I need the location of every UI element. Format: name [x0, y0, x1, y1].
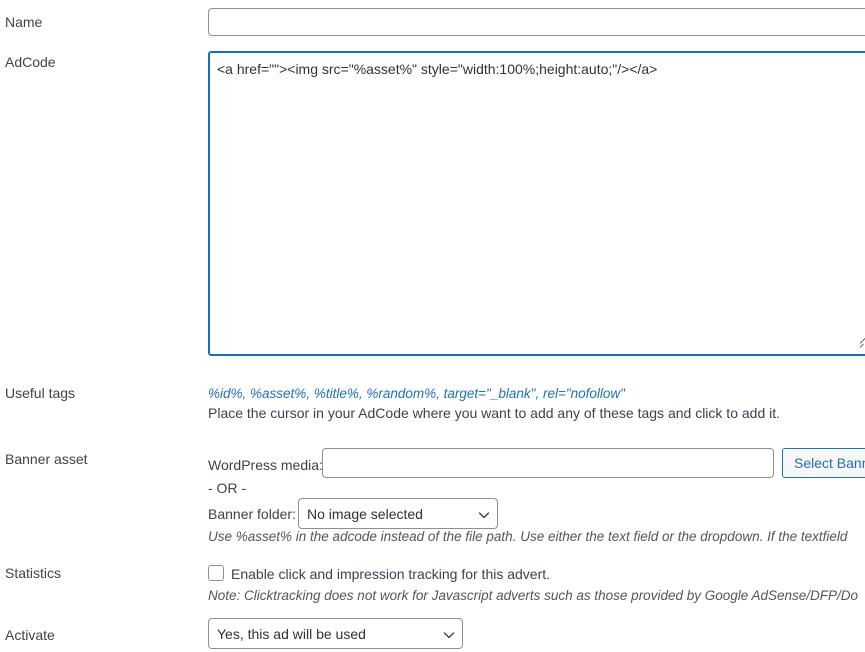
useful-tag-link-target-blank[interactable]: target="_blank" — [444, 386, 536, 401]
label-activate: Activate — [5, 627, 55, 643]
useful-tag-link-id[interactable]: %id% — [208, 386, 243, 401]
useful-tags-hint: Place the cursor in your AdCode where yo… — [208, 405, 781, 421]
advert-settings-form: Name AdCode <a href=""><img src="%asset%… — [0, 0, 865, 652]
useful-tag-link-asset[interactable]: %asset% — [250, 386, 306, 401]
tag-sep: , — [535, 386, 543, 401]
tag-sep: , — [436, 386, 444, 401]
label-adcode: AdCode — [5, 54, 56, 70]
useful-tags-links: %id%, %asset%, %title%, %random%, target… — [208, 385, 625, 403]
select-banner-button[interactable]: Select Banner — [782, 448, 865, 478]
name-input[interactable] — [208, 8, 865, 36]
label-banner-asset: Banner asset — [5, 451, 88, 467]
label-statistics: Statistics — [5, 565, 62, 581]
wordpress-media-label: WordPress media: — [208, 457, 323, 473]
banner-folder-label: Banner folder: — [208, 506, 296, 522]
tag-sep: , — [306, 386, 314, 401]
statistics-note: Note: Clicktracking does not work for Ja… — [208, 588, 859, 603]
useful-tag-link-rel-nofollow[interactable]: rel="nofollow" — [543, 386, 625, 401]
wordpress-media-input[interactable] — [322, 448, 774, 478]
tag-sep: , — [242, 386, 251, 401]
label-useful-tags: Useful tags — [5, 385, 76, 401]
enable-tracking-label[interactable]: Enable click and impression tracking for… — [231, 565, 550, 583]
adcode-textarea[interactable]: <a href=""><img src="%asset%" style="wid… — [208, 51, 865, 356]
banner-folder-select[interactable]: No image selected — [298, 498, 498, 529]
label-name: Name — [5, 14, 43, 30]
enable-tracking-checkbox[interactable] — [208, 565, 224, 581]
banner-asset-help-text: Use %asset% in the adcode instead of the… — [208, 529, 848, 544]
useful-tag-link-title[interactable]: %title% — [314, 386, 359, 401]
useful-tag-link-random[interactable]: %random% — [366, 386, 436, 401]
activate-select[interactable]: Yes, this ad will be used — [208, 618, 463, 649]
or-separator-text: - OR - — [208, 480, 247, 496]
